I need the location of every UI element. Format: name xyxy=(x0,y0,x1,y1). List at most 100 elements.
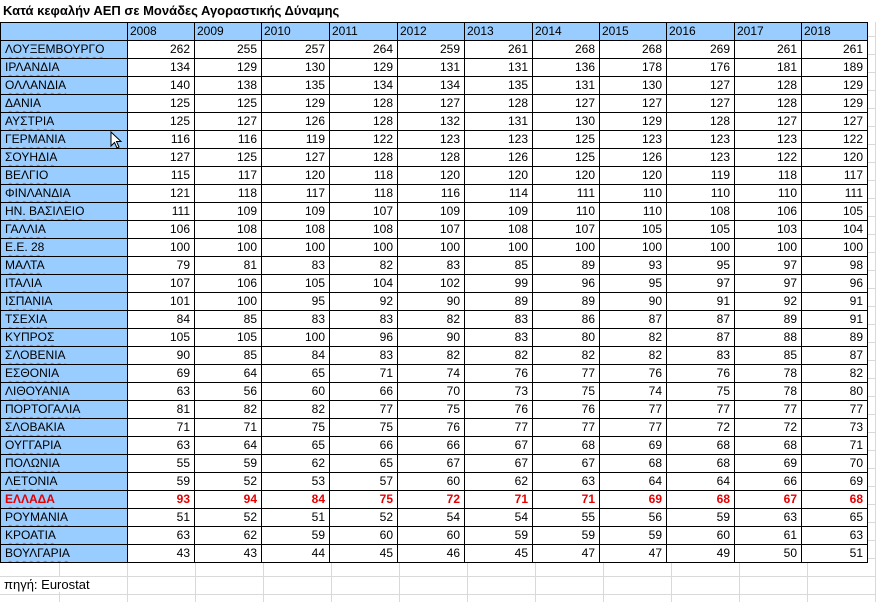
value-cell[interactable]: 52 xyxy=(194,472,262,491)
value-cell[interactable]: 73 xyxy=(464,382,533,401)
value-cell[interactable]: 125 xyxy=(127,94,195,113)
value-cell[interactable]: 128 xyxy=(329,94,398,113)
value-cell[interactable]: 136 xyxy=(532,58,600,77)
value-cell[interactable]: 105 xyxy=(666,220,735,239)
value-cell[interactable]: 75 xyxy=(329,418,398,437)
value-cell[interactable]: 64 xyxy=(194,436,262,455)
value-cell[interactable]: 64 xyxy=(666,472,735,491)
value-cell[interactable]: 66 xyxy=(329,382,398,401)
value-cell[interactable]: 71 xyxy=(194,418,262,437)
value-cell[interactable]: 62 xyxy=(261,454,330,473)
value-cell[interactable]: 107 xyxy=(532,220,600,239)
value-cell[interactable]: 64 xyxy=(194,364,262,383)
value-cell[interactable]: 255 xyxy=(194,40,262,59)
value-cell[interactable]: 116 xyxy=(194,130,262,149)
country-cell[interactable]: ΒΟΥΛΓΑΡΙΑ xyxy=(0,544,128,563)
value-cell[interactable]: 109 xyxy=(194,202,262,221)
value-cell[interactable]: 44 xyxy=(261,544,330,563)
value-cell[interactable]: 75 xyxy=(532,382,600,401)
value-cell[interactable]: 111 xyxy=(532,184,600,203)
value-cell[interactable]: 83 xyxy=(329,346,398,365)
country-cell[interactable]: ΒΕΛΓΙΟ xyxy=(0,166,128,185)
year-header-cell[interactable]: 2012 xyxy=(397,22,465,41)
value-cell[interactable]: 89 xyxy=(734,310,802,329)
value-cell[interactable]: 60 xyxy=(397,526,465,545)
value-cell[interactable]: 77 xyxy=(599,418,667,437)
value-cell[interactable]: 100 xyxy=(261,238,330,257)
value-cell[interactable]: 77 xyxy=(532,364,600,383)
value-cell[interactable]: 93 xyxy=(599,256,667,275)
country-cell[interactable]: Ε.Ε. 28 xyxy=(0,238,128,257)
value-cell[interactable]: 129 xyxy=(801,94,868,113)
country-cell[interactable]: ΛΙΘΟΥΑΝΙΑ xyxy=(0,382,128,401)
value-cell[interactable]: 83 xyxy=(464,310,533,329)
value-cell[interactable]: 90 xyxy=(397,292,465,311)
value-cell[interactable]: 88 xyxy=(734,328,802,347)
value-cell[interactable]: 63 xyxy=(734,508,802,527)
value-cell[interactable]: 78 xyxy=(734,364,802,383)
value-cell[interactable]: 77 xyxy=(532,418,600,437)
value-cell[interactable]: 85 xyxy=(734,346,802,365)
value-cell[interactable]: 110 xyxy=(734,184,802,203)
value-cell[interactable]: 127 xyxy=(261,148,330,167)
value-cell[interactable]: 100 xyxy=(194,292,262,311)
value-cell[interactable]: 117 xyxy=(194,166,262,185)
year-header-cell[interactable]: 2015 xyxy=(599,22,667,41)
value-cell[interactable]: 114 xyxy=(464,184,533,203)
value-cell[interactable]: 59 xyxy=(194,454,262,473)
value-cell[interactable]: 127 xyxy=(801,112,868,131)
value-cell[interactable]: 82 xyxy=(194,400,262,419)
value-cell[interactable]: 120 xyxy=(801,148,868,167)
value-cell[interactable]: 128 xyxy=(734,94,802,113)
value-cell[interactable]: 57 xyxy=(329,472,398,491)
value-cell[interactable]: 100 xyxy=(801,238,868,257)
value-cell[interactable]: 82 xyxy=(329,256,398,275)
value-cell[interactable]: 67 xyxy=(464,436,533,455)
value-cell[interactable]: 74 xyxy=(397,364,465,383)
value-cell[interactable]: 110 xyxy=(599,202,667,221)
value-cell[interactable]: 52 xyxy=(329,508,398,527)
value-cell[interactable]: 129 xyxy=(801,76,868,95)
value-cell[interactable]: 106 xyxy=(194,274,262,293)
value-cell[interactable]: 125 xyxy=(127,112,195,131)
value-cell[interactable]: 56 xyxy=(599,508,667,527)
value-cell[interactable]: 130 xyxy=(261,58,330,77)
value-cell[interactable]: 100 xyxy=(734,238,802,257)
country-cell[interactable]: ΙΡΛΑΝΔΙΑ xyxy=(0,58,128,77)
value-cell[interactable]: 91 xyxy=(666,292,735,311)
value-cell[interactable]: 51 xyxy=(261,508,330,527)
value-cell[interactable]: 62 xyxy=(194,526,262,545)
value-cell[interactable]: 55 xyxy=(127,454,195,473)
value-cell[interactable]: 106 xyxy=(127,220,195,239)
value-cell[interactable]: 100 xyxy=(666,238,735,257)
value-cell[interactable]: 89 xyxy=(464,292,533,311)
value-cell[interactable]: 68 xyxy=(666,436,735,455)
value-cell[interactable]: 77 xyxy=(734,400,802,419)
value-cell[interactable]: 98 xyxy=(801,256,868,275)
value-cell[interactable]: 123 xyxy=(599,130,667,149)
value-cell[interactable]: 91 xyxy=(801,292,868,311)
year-header-cell[interactable]: 2017 xyxy=(734,22,802,41)
value-cell[interactable]: 89 xyxy=(532,292,600,311)
value-cell[interactable]: 63 xyxy=(801,526,868,545)
value-cell[interactable]: 67 xyxy=(464,454,533,473)
value-cell[interactable]: 45 xyxy=(464,544,533,563)
value-cell[interactable]: 81 xyxy=(194,256,262,275)
value-cell[interactable]: 78 xyxy=(734,382,802,401)
country-cell[interactable]: ΙΣΠΑΝΙΑ xyxy=(0,292,128,311)
value-cell[interactable]: 82 xyxy=(801,364,868,383)
value-cell[interactable]: 122 xyxy=(801,130,868,149)
value-cell[interactable]: 129 xyxy=(261,94,330,113)
value-cell[interactable]: 118 xyxy=(194,184,262,203)
value-cell[interactable]: 107 xyxy=(397,220,465,239)
value-cell[interactable]: 108 xyxy=(464,220,533,239)
value-cell[interactable]: 63 xyxy=(127,382,195,401)
value-cell[interactable]: 92 xyxy=(734,292,802,311)
value-cell[interactable]: 131 xyxy=(464,58,533,77)
value-cell[interactable]: 90 xyxy=(599,292,667,311)
value-cell[interactable]: 63 xyxy=(532,472,600,491)
value-cell[interactable]: 128 xyxy=(329,112,398,131)
value-cell[interactable]: 123 xyxy=(397,130,465,149)
value-cell[interactable]: 60 xyxy=(261,382,330,401)
value-cell[interactable]: 80 xyxy=(532,328,600,347)
